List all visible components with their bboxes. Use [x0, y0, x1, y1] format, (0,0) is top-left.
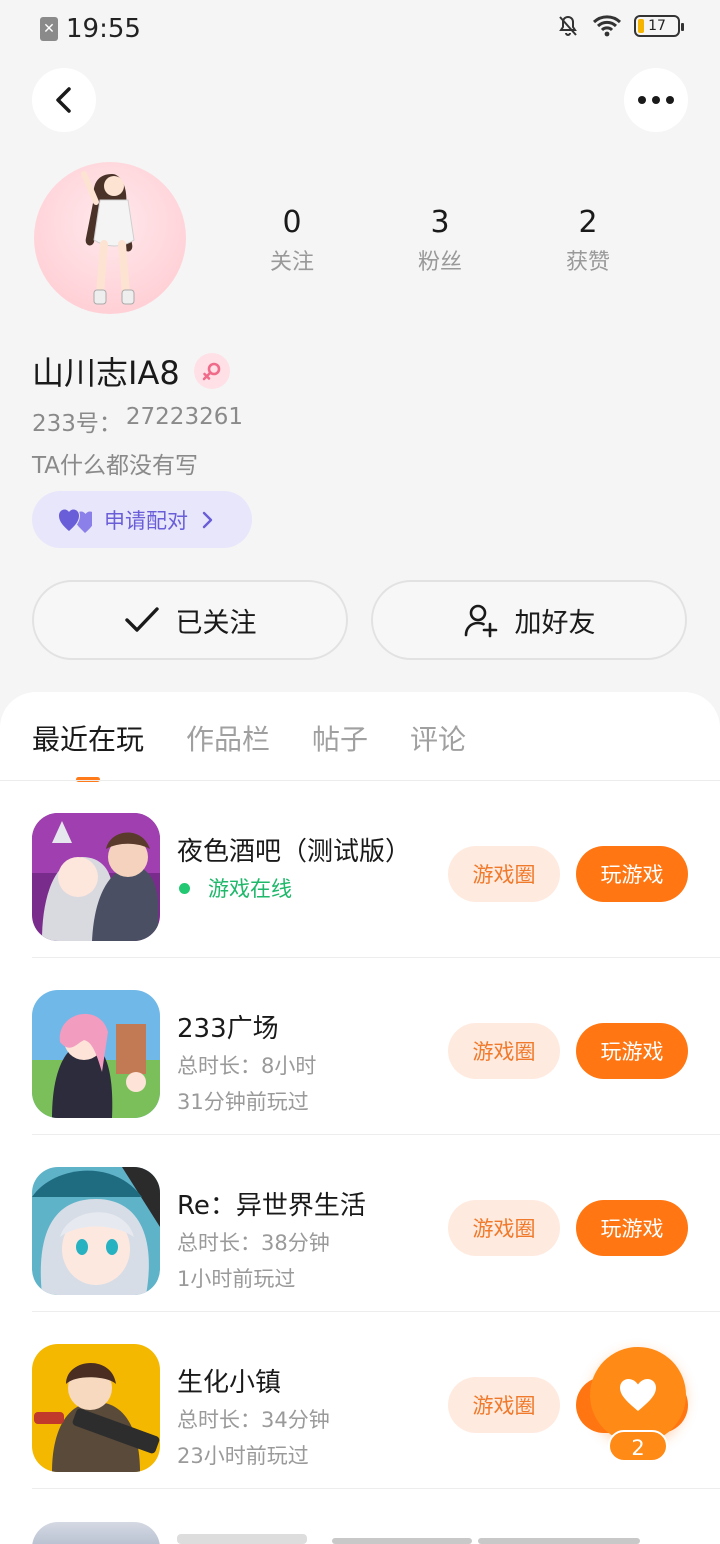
back-button[interactable] — [32, 68, 96, 132]
username: 山川志IA8 — [32, 348, 230, 394]
following-button[interactable]: 已关注 — [32, 580, 348, 660]
more-button[interactable] — [624, 68, 688, 132]
game-circle-button[interactable]: 游戏圈 — [448, 1377, 560, 1433]
user-id-value: 27223261 — [125, 404, 243, 430]
game-row[interactable]: 233广场 总时长：8小时 31分钟前玩过 游戏圈 玩游戏 — [32, 958, 720, 1135]
wifi-icon — [592, 15, 622, 37]
stat-fans[interactable]: 3 粉丝 — [366, 204, 514, 276]
stat-following-label: 关注 — [269, 250, 314, 275]
game-online-label: 游戏在线 — [208, 877, 292, 901]
game-name: 夜色酒吧（测试版） — [177, 837, 412, 867]
user-id-label: 233号： — [32, 411, 122, 437]
tab-works[interactable]: 作品栏 — [186, 718, 270, 758]
stat-fans-count: 3 — [430, 205, 450, 240]
avatar-character-image — [81, 171, 135, 305]
scroll-indicator — [478, 1538, 640, 1544]
status-time: 19:55 — [66, 14, 141, 44]
pair-request-button[interactable]: 申请配对 — [32, 491, 252, 548]
game-icon-biochem-town[interactable] — [32, 1344, 160, 1472]
game-icon-night-bar[interactable] — [32, 813, 160, 941]
game-icon-233-plaza[interactable] — [32, 990, 160, 1118]
play-game-button[interactable]: 玩游戏 — [576, 846, 688, 902]
mute-icon — [559, 15, 577, 36]
more-icon — [638, 96, 674, 104]
status-bar: ✕ 19:55 17 — [0, 0, 720, 56]
game-name: 233广场 — [177, 1014, 279, 1044]
tab-posts[interactable]: 帖子 — [312, 718, 368, 758]
floating-like-button[interactable] — [590, 1347, 686, 1443]
notification-icon: ✕ — [40, 17, 58, 41]
game-row[interactable]: 夜色酒吧（测试版） 游戏在线 游戏圈 玩游戏 — [32, 781, 720, 958]
username-text: 山川志IA8 — [32, 354, 180, 392]
stat-likes-label: 获赞 — [565, 250, 610, 275]
online-dot-icon — [179, 882, 190, 894]
chevron-right-icon — [202, 511, 213, 528]
stat-likes-count: 2 — [578, 205, 598, 240]
game-row[interactable]: Re：异世界生活 总时长：38分钟 1小时前玩过 游戏圈 玩游戏 — [32, 1135, 720, 1312]
add-friend-label: 加好友 — [514, 607, 596, 639]
pair-request-label: 申请配对 — [104, 508, 188, 533]
user-bio: TA什么都没有写 — [32, 453, 198, 479]
stat-following-count: 0 — [282, 205, 302, 240]
game-circle-button[interactable]: 游戏圈 — [448, 1200, 560, 1256]
game-last-played: 23小时前玩过 — [177, 1444, 309, 1468]
stat-fans-label: 粉丝 — [417, 250, 462, 275]
game-name: 生化小镇 — [177, 1368, 282, 1398]
game-name: Re：异世界生活 — [177, 1191, 366, 1221]
game-last-played: 31分钟前玩过 — [177, 1090, 309, 1114]
game-duration: 总时长：34分钟 — [177, 1408, 330, 1432]
battery-level: 17 — [648, 18, 666, 34]
profile-tabs: 最近在玩 作品栏 帖子 评论 — [32, 718, 466, 782]
hearts-icon — [59, 509, 92, 533]
game-duration: 总时长：8小时 — [177, 1054, 317, 1078]
heart-icon — [620, 1379, 656, 1411]
game-duration: 总时长：38分钟 — [177, 1231, 330, 1255]
game-icon-re-zero[interactable] — [32, 1167, 160, 1295]
scroll-indicator — [332, 1538, 472, 1544]
play-game-button[interactable]: 玩游戏 — [576, 1200, 688, 1256]
game-name-partial — [177, 1534, 307, 1544]
avatar[interactable] — [34, 162, 186, 314]
play-game-button[interactable]: 玩游戏 — [576, 1023, 688, 1079]
battery-icon: 17 — [634, 15, 684, 37]
game-last-played: 1小时前玩过 — [177, 1267, 296, 1291]
female-gender-icon — [193, 353, 230, 389]
game-online-status: 游戏在线 — [177, 873, 292, 903]
game-row-partial[interactable] — [32, 1518, 688, 1544]
game-circle-button[interactable]: 游戏圈 — [448, 846, 560, 902]
game-circle-button[interactable]: 游戏圈 — [448, 1023, 560, 1079]
tab-comments[interactable]: 评论 — [410, 718, 466, 758]
add-friend-button[interactable]: 加好友 — [371, 580, 687, 660]
game-icon-partial — [32, 1522, 160, 1544]
like-count-badge: 2 — [608, 1430, 668, 1462]
check-icon — [124, 607, 159, 632]
following-label: 已关注 — [175, 607, 257, 639]
profile-stats: 0 关注 3 粉丝 2 获赞 — [218, 204, 662, 276]
stat-likes[interactable]: 2 获赞 — [514, 204, 662, 276]
add-user-icon — [464, 604, 497, 638]
stat-following[interactable]: 0 关注 — [218, 204, 366, 276]
user-id: 233号： 27223261 — [32, 404, 243, 438]
tab-recent-playing[interactable]: 最近在玩 — [32, 718, 144, 782]
chevron-left-icon — [56, 87, 71, 113]
